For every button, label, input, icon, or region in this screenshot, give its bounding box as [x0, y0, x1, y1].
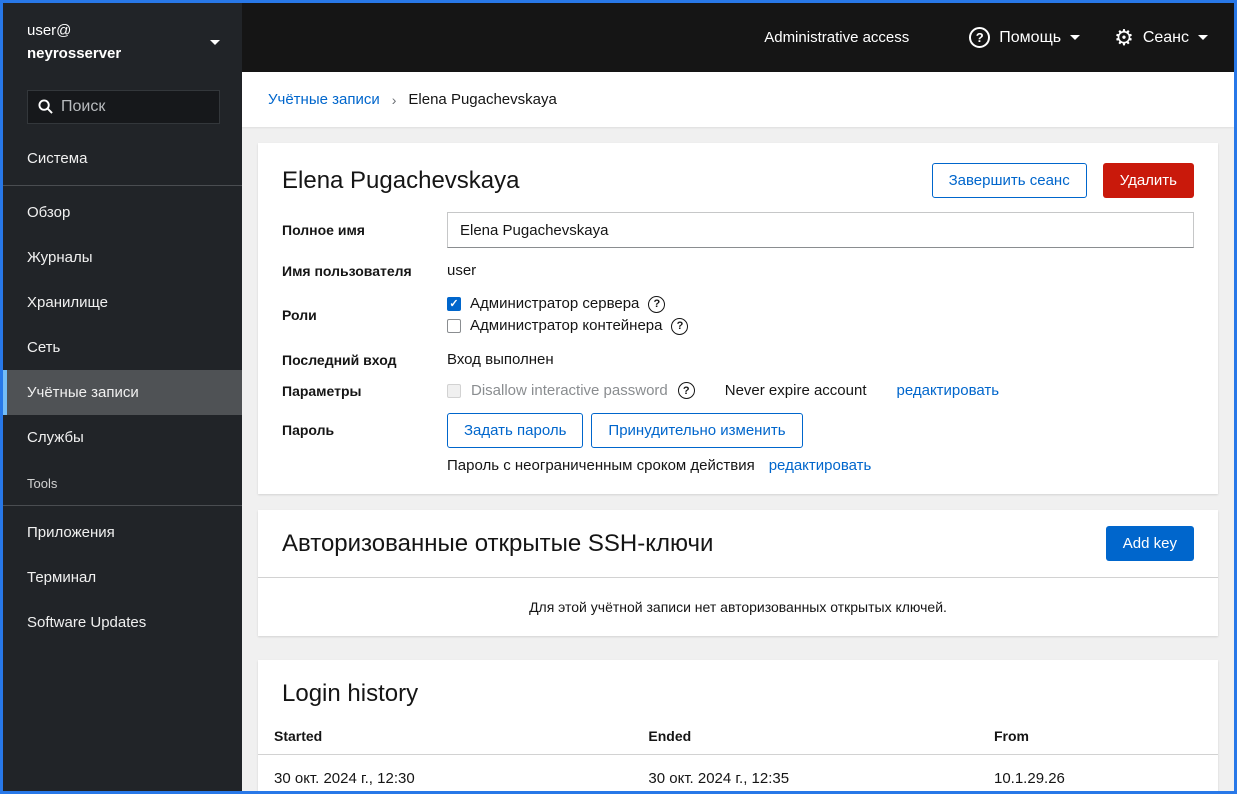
sidebar-item-network[interactable]: Сеть — [3, 325, 242, 370]
app-window: user@ neyrosserver Система Обзор Журналы… — [0, 0, 1237, 794]
sidebar-item-terminal[interactable]: Терминал — [3, 555, 242, 600]
sidebar-item-overview[interactable]: Обзор — [3, 190, 242, 235]
container-admin-label: Администратор контейнера — [470, 317, 663, 334]
breadcrumb-accounts-link[interactable]: Учётные записи — [268, 91, 380, 108]
ended-cell: 30 окт. 2024 г., 12:35 — [648, 770, 790, 787]
column-header-started: Started — [258, 718, 633, 755]
login-history-table: Started Ended From 30 окт. 2024 г., 12:3… — [258, 718, 1218, 791]
sidebar-item-applications[interactable]: Приложения — [3, 510, 242, 555]
ssh-keys-title: Авторизованные открытые SSH-ключи — [282, 529, 714, 557]
options-edit-link[interactable]: редактировать — [897, 382, 1000, 399]
host-user: user@ — [27, 22, 72, 39]
breadcrumb-separator-icon: › — [391, 91, 397, 108]
add-key-button[interactable]: Add key — [1105, 526, 1194, 561]
help-menu-label: Помощь — [999, 28, 1062, 46]
nav-divider — [3, 504, 242, 506]
ssh-keys-card: Авторизованные открытые SSH-ключи Add ke… — [258, 510, 1218, 636]
ssh-keys-empty-text: Для этой учётной записи нет авторизованн… — [258, 577, 1218, 636]
help-icon[interactable] — [648, 295, 666, 313]
from-cell: 10.1.29.26 — [993, 770, 1065, 787]
server-admin-label: Администратор сервера — [470, 295, 640, 312]
options-label: Параметры — [282, 382, 362, 399]
chevron-down-icon — [1198, 35, 1208, 40]
password-label: Пароль — [282, 422, 335, 438]
roles-label: Роли — [282, 307, 317, 323]
host-name: neyrosserver — [27, 45, 122, 63]
search-icon — [38, 99, 53, 114]
password-edit-link[interactable]: редактировать — [769, 457, 872, 474]
host-switcher[interactable]: user@ neyrosserver — [3, 3, 242, 66]
last-login-value: Вход выполнен — [447, 351, 554, 368]
force-change-button[interactable]: Принудительно изменить — [591, 413, 803, 448]
search-input[interactable] — [61, 97, 201, 116]
question-circle-icon — [969, 27, 991, 48]
sidebar-item-storage[interactable]: Хранилище — [3, 280, 242, 325]
sidebar-search[interactable] — [27, 89, 220, 124]
page-title: Elena Pugachevskaya — [282, 166, 520, 194]
breadcrumb: Учётные записи › Elena Pugachevskaya — [242, 72, 1234, 127]
column-header-from: From — [977, 718, 1218, 755]
sidebar-item-logs[interactable]: Журналы — [3, 235, 242, 280]
content-area: Elena Pugachevskaya Завершить сеанс Удал… — [242, 127, 1234, 791]
breadcrumb-current: Elena Pugachevskaya — [408, 91, 557, 108]
started-cell: 30 окт. 2024 г., 12:30 — [274, 770, 415, 787]
gear-icon — [1114, 27, 1134, 49]
session-menu[interactable]: Сеанс — [1114, 27, 1208, 49]
login-history-title: Login history — [282, 680, 419, 707]
sidebar-item-services[interactable]: Службы — [3, 415, 242, 460]
sidebar-item-system[interactable]: Система — [3, 136, 242, 181]
full-name-input[interactable] — [447, 212, 1194, 248]
chevron-down-icon[interactable] — [210, 39, 220, 45]
sidebar-nav: Система Обзор Журналы Хранилище Сеть Учё… — [3, 136, 242, 645]
terminate-session-button[interactable]: Завершить сеанс — [931, 163, 1087, 198]
help-icon[interactable] — [677, 382, 695, 399]
password-expiry-text: Пароль с неограниченным сроком действия — [447, 457, 755, 474]
never-expire-label: Never expire account — [724, 382, 867, 399]
sidebar-item-software-updates[interactable]: Software Updates — [3, 600, 242, 645]
container-admin-checkbox[interactable] — [447, 319, 461, 333]
help-menu[interactable]: Помощь — [969, 27, 1081, 48]
username-label: Имя пользователя — [282, 262, 412, 279]
main-column: Administrative access Помощь Сеанс Учётн… — [242, 3, 1234, 791]
sidebar-item-accounts[interactable]: Учётные записи — [3, 369, 242, 415]
table-row: 30 окт. 2024 г., 12:30 30 окт. 2024 г., … — [258, 755, 1218, 792]
column-header-ended: Ended — [632, 718, 978, 755]
disallow-password-checkbox — [447, 383, 461, 398]
username-value: user — [447, 262, 477, 279]
chevron-down-icon — [1070, 35, 1081, 40]
server-admin-checkbox[interactable] — [447, 297, 461, 311]
account-details-card: Elena Pugachevskaya Завершить сеанс Удал… — [258, 143, 1218, 494]
masthead: Administrative access Помощь Сеанс — [242, 3, 1234, 72]
nav-divider — [3, 184, 242, 186]
tools-section-label: Tools — [27, 475, 58, 491]
delete-account-button[interactable]: Удалить — [1102, 163, 1194, 198]
set-password-button[interactable]: Задать пароль — [447, 413, 584, 448]
full-name-label: Полное имя — [282, 222, 365, 238]
login-history-card: Login history Started Ended From 30 окт.… — [258, 660, 1218, 791]
disallow-password-label: Disallow interactive password — [471, 382, 668, 399]
admin-access-label: Administrative access — [764, 29, 910, 46]
last-login-label: Последний вход — [282, 351, 397, 368]
session-menu-label: Сеанс — [1142, 28, 1189, 46]
sidebar: user@ neyrosserver Система Обзор Журналы… — [3, 3, 242, 791]
help-icon[interactable] — [671, 317, 689, 335]
